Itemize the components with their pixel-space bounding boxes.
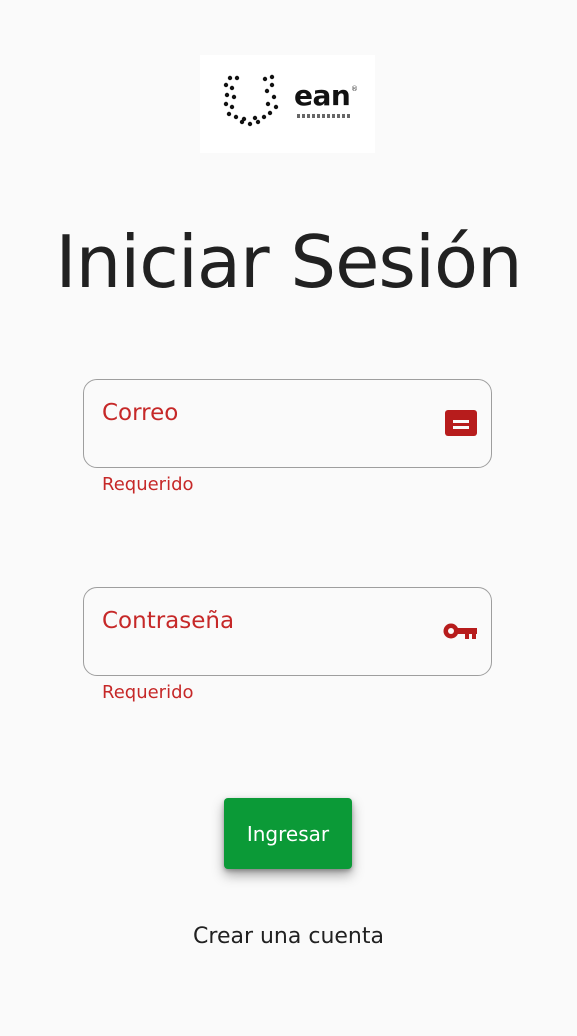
email-label: Correo (102, 400, 179, 426)
page-title: Iniciar Sesión (55, 220, 522, 304)
email-error: Requerido (102, 474, 194, 495)
password-label: Contraseña (102, 608, 235, 634)
ean-logo: ean ® (200, 55, 375, 153)
create-account-link[interactable]: Crear una cuenta (0, 924, 577, 949)
password-error: Requerido (102, 682, 194, 703)
email-field[interactable]: Correo (83, 379, 492, 468)
contact-card-icon (444, 408, 478, 442)
login-button[interactable]: Ingresar (224, 798, 352, 869)
logo-tagline (297, 114, 352, 118)
password-field[interactable]: Contraseña (83, 587, 492, 676)
logo-registered-mark: ® (351, 85, 358, 93)
ean-logo-mark-icon (223, 74, 279, 127)
logo-wordmark: ean (294, 79, 351, 112)
key-icon (442, 620, 478, 646)
